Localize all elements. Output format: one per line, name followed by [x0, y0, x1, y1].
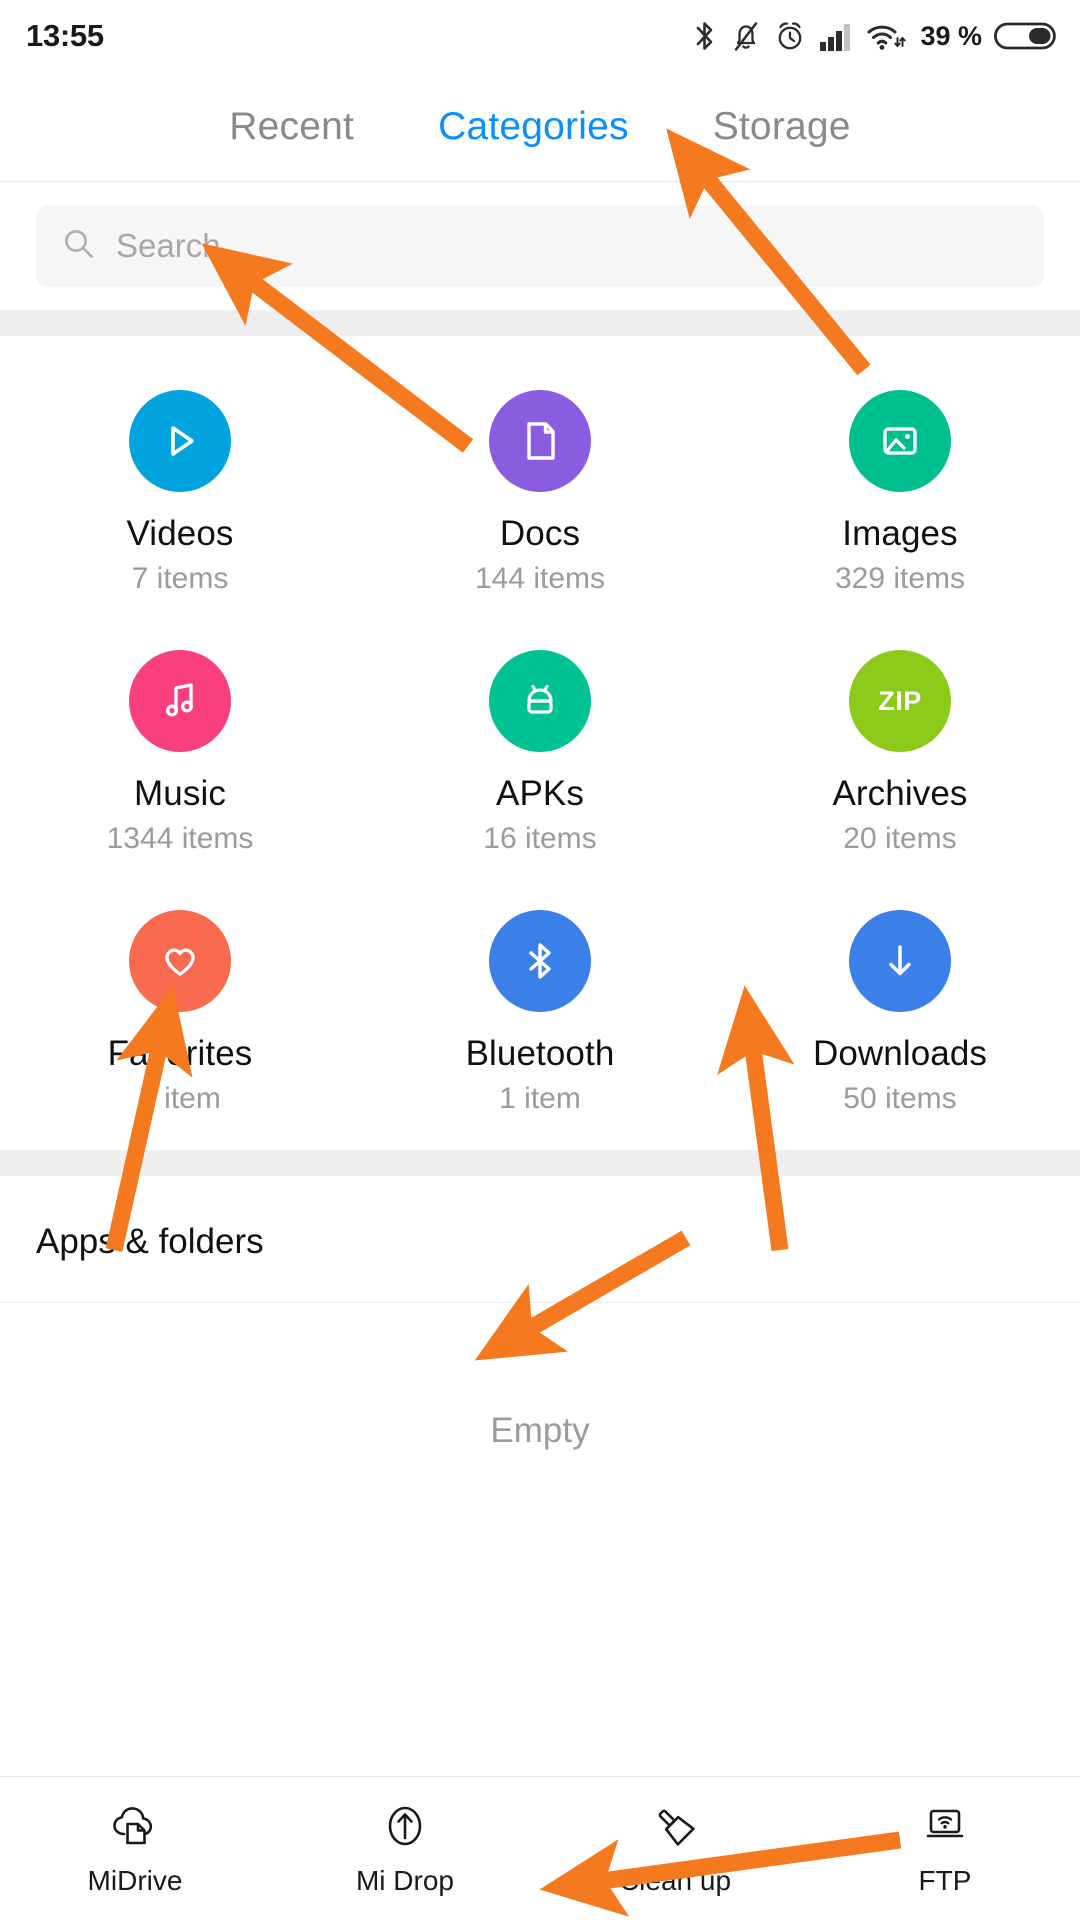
- music-icon-circle: [129, 650, 231, 752]
- category-label: Videos: [126, 514, 234, 553]
- bluetooth-icon-circle: [489, 910, 591, 1012]
- cleanup-button[interactable]: Clean up: [540, 1801, 810, 1897]
- category-tile-docs[interactable]: Docs 144 items: [360, 390, 720, 596]
- category-label: Docs: [499, 514, 581, 553]
- category-count: 20 items: [843, 822, 957, 855]
- section-divider-band-bottom: [0, 1150, 1080, 1176]
- tab-recent[interactable]: Recent: [229, 105, 354, 149]
- upload-circle-icon: [380, 1801, 430, 1851]
- category-count: 1 item: [139, 1082, 221, 1115]
- empty-text: Empty: [490, 1411, 590, 1450]
- wifi-icon: [866, 19, 907, 53]
- bottom-toolbar: MiDrive Mi Drop Clean up FTP: [0, 1776, 1080, 1920]
- tab-storage[interactable]: Storage: [713, 105, 851, 149]
- zip-icon: ZIP: [878, 685, 922, 716]
- tab-categories[interactable]: Categories: [438, 105, 629, 149]
- category-tile-videos[interactable]: Videos 7 items: [0, 390, 360, 596]
- ftp-button[interactable]: FTP: [810, 1801, 1080, 1897]
- category-tile-music[interactable]: Music 1344 items: [0, 650, 360, 856]
- category-label: Archives: [832, 774, 968, 813]
- favorites-icon-circle: [129, 910, 231, 1012]
- apps-folders-title: Apps & folders: [36, 1222, 264, 1261]
- search-input[interactable]: Search: [36, 205, 1044, 287]
- battery-percent: 39 %: [920, 20, 982, 51]
- search-icon: [62, 227, 96, 266]
- category-tile-favorites[interactable]: Favorites 1 item: [0, 910, 360, 1116]
- search-placeholder: Search: [116, 227, 221, 264]
- midrop-button[interactable]: Mi Drop: [270, 1801, 540, 1897]
- archives-icon-circle: ZIP: [849, 650, 951, 752]
- download-arrow-icon: [874, 935, 926, 987]
- status-icons: 39 %: [692, 19, 1056, 53]
- category-tile-downloads[interactable]: Downloads 50 items: [720, 910, 1080, 1116]
- category-tile-images[interactable]: Images 329 items: [720, 390, 1080, 596]
- category-count: 7 items: [131, 562, 229, 595]
- category-count: 1 item: [499, 1082, 581, 1115]
- bluetooth-icon: [692, 19, 718, 53]
- status-time: 13:55: [26, 18, 104, 53]
- category-label: APKs: [496, 774, 584, 813]
- document-icon: [516, 415, 564, 467]
- category-count: 16 items: [483, 822, 597, 855]
- cloud-file-icon: [106, 1801, 164, 1851]
- category-label: Downloads: [812, 1034, 988, 1073]
- category-label: Music: [134, 774, 226, 813]
- play-icon: [154, 415, 206, 467]
- battery-icon: [994, 19, 1056, 53]
- midrop-label: Mi Drop: [355, 1864, 454, 1896]
- category-count: 329 items: [834, 562, 966, 595]
- section-divider-band-top: [0, 310, 1080, 336]
- category-label: Images: [842, 514, 958, 553]
- cleanup-label: Clean up: [618, 1864, 732, 1896]
- android-icon: [514, 675, 566, 727]
- midrive-button[interactable]: MiDrive: [0, 1801, 270, 1897]
- category-label: Favorites: [107, 1034, 253, 1073]
- category-count: 144 items: [474, 562, 606, 595]
- signal-bars-icon: [819, 20, 853, 52]
- images-icon-circle: [849, 390, 951, 492]
- category-tile-apks[interactable]: APKs 16 items: [360, 650, 720, 856]
- apks-icon-circle: [489, 650, 591, 752]
- category-count: 1344 items: [106, 822, 254, 855]
- category-label: Bluetooth: [465, 1034, 615, 1073]
- docs-icon-circle: [489, 390, 591, 492]
- category-tile-archives[interactable]: ZIP Archives 20 items: [720, 650, 1080, 856]
- midrive-label: MiDrive: [87, 1864, 183, 1896]
- broom-icon: [650, 1801, 700, 1851]
- music-note-icon: [155, 675, 205, 727]
- bell-off-icon: [731, 19, 761, 53]
- image-icon: [874, 415, 926, 467]
- downloads-icon-circle: [849, 910, 951, 1012]
- bluetooth-icon: [520, 935, 560, 987]
- laptop-wifi-icon: [919, 1801, 971, 1851]
- category-grid: Videos 7 items Docs 144 items Images 329…: [0, 336, 1080, 1150]
- category-count: 50 items: [843, 1082, 957, 1115]
- category-tile-bluetooth[interactable]: Bluetooth 1 item: [360, 910, 720, 1116]
- ftp-label: FTP: [918, 1864, 972, 1896]
- heart-icon: [154, 935, 206, 987]
- status-bar: 13:55 39 %: [0, 0, 1080, 72]
- videos-icon-circle: [129, 390, 231, 492]
- search-area: Search: [0, 182, 1080, 310]
- alarm-clock-icon: [774, 19, 806, 53]
- tab-bar: Recent Categories Storage: [0, 72, 1080, 182]
